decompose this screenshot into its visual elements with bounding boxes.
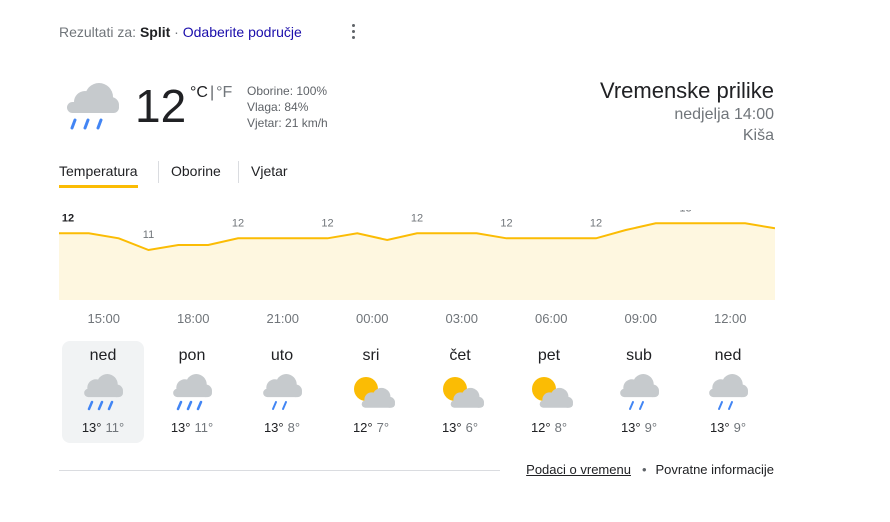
day-high-temp: 13°	[620, 420, 641, 435]
day-low-temp: 6°	[465, 420, 479, 435]
chart-data-label: 11	[143, 229, 154, 241]
day-temperatures: 13° 6°	[419, 420, 501, 435]
day-card-4[interactable]: čet 13° 6°	[419, 341, 501, 443]
day-card-2[interactable]: uto 13° 8°	[241, 341, 323, 443]
day-high-temp: 12°	[530, 420, 551, 435]
footer-dot: •	[641, 462, 647, 477]
feedback-link[interactable]: Povratne informacije	[656, 462, 775, 477]
day-temperatures: 13° 9°	[598, 420, 680, 435]
partly-cloudy-icon	[443, 377, 484, 408]
chart-data-label: 12	[232, 217, 244, 229]
precipitation-text: Oborine: 100%	[247, 84, 328, 98]
humidity-text: Vlaga: 84%	[247, 100, 309, 114]
rain-icon	[173, 374, 212, 411]
partly-cloudy-icon	[354, 377, 395, 408]
chart-data-label: 13	[679, 210, 691, 214]
day-low-temp: 7°	[376, 420, 390, 435]
hour-tick-label: 12:00	[713, 311, 747, 326]
day-card-5[interactable]: pet 12° 8°	[508, 341, 590, 443]
chart-data-label: 12	[500, 217, 512, 229]
day-name: sri	[362, 347, 380, 364]
tab-wind[interactable]: Vjetar	[251, 161, 288, 185]
unit-separator: |	[209, 84, 215, 101]
results-prefix: Rezultati za:	[59, 24, 137, 40]
hour-tick-label: 06:00	[534, 311, 568, 326]
tab-precipitation[interactable]: Oborine	[171, 161, 221, 185]
hour-tick-label: 00:00	[355, 311, 389, 326]
day-high-temp: 13°	[263, 420, 284, 435]
day-card-0[interactable]: ned 13° 11°	[62, 341, 144, 443]
light-rain-icon	[709, 374, 748, 410]
day-card-6[interactable]: sub 13° 9°	[598, 341, 680, 443]
weather-data-link[interactable]: Podaci o vremenu	[526, 462, 631, 477]
day-name: pon	[178, 347, 206, 364]
temperature-chart[interactable]: 12 11 12 12 12 12 12 13	[59, 210, 775, 302]
hour-tick-label: 09:00	[624, 311, 658, 326]
day-temperatures: 13° 8°	[241, 420, 323, 435]
tab-divider	[238, 161, 239, 183]
day-card-1[interactable]: pon 13° 11°	[151, 341, 233, 443]
unit-switcher: °C | °F	[190, 84, 232, 102]
weather-summary: Vremenske prilike nedjelja 14:00 Kiša	[600, 78, 774, 146]
tab-temperature[interactable]: Temperatura	[59, 161, 138, 188]
day-high-temp: 13°	[441, 420, 462, 435]
day-name: pet	[537, 347, 561, 364]
footer-divider	[59, 470, 500, 471]
day-low-temp: 11°	[105, 420, 125, 435]
footer: Podaci o vremenu • Povratne informacije	[526, 462, 774, 477]
chart-area	[59, 223, 775, 300]
weather-datetime: nedjelja 14:00	[674, 106, 774, 123]
day-low-temp: 8°	[554, 420, 568, 435]
light-rain-icon	[620, 374, 659, 410]
daily-forecast: ned 13° 11° pon 13° 11° uto 13° 8° sri 12° 7° čet 13°…	[59, 341, 775, 445]
location-name: Split	[139, 24, 171, 40]
day-temperatures: 13° 9°	[687, 420, 769, 435]
more-vert-icon[interactable]	[346, 21, 360, 41]
day-card-3[interactable]: sri 12° 7°	[330, 341, 412, 443]
wind-text: Vjetar: 21 km/h	[247, 116, 328, 130]
day-low-temp: 9°	[733, 420, 747, 435]
results-header: Rezultati za: Split · Odaberite područje	[59, 24, 302, 40]
current-details: Oborine: 100% Vlaga: 84% Vjetar: 21 km/h	[247, 83, 328, 131]
day-temperatures: 13° 11°	[151, 420, 233, 435]
weather-title: Vremenske prilike	[599, 78, 774, 103]
day-high-temp: 13°	[81, 420, 102, 435]
day-low-temp: 11°	[194, 420, 214, 435]
day-name: sub	[626, 347, 652, 364]
rain-icon	[84, 374, 123, 411]
tab-divider	[158, 161, 159, 183]
unit-fahrenheit[interactable]: °F	[216, 84, 232, 101]
chart-data-label: 12	[62, 212, 74, 224]
chart-data-label: 12	[590, 217, 602, 229]
results-separator: ·	[174, 24, 179, 40]
rain-icon	[67, 83, 119, 130]
day-low-temp: 9°	[644, 420, 658, 435]
day-high-temp: 13°	[709, 420, 730, 435]
current-temperature: 12	[135, 80, 187, 132]
day-low-temp: 8°	[287, 420, 301, 435]
day-temperatures: 13° 11°	[62, 420, 144, 435]
day-temperatures: 12° 7°	[330, 420, 412, 435]
day-temperatures: 12° 8°	[508, 420, 590, 435]
hour-tick-label: 15:00	[87, 311, 121, 326]
unit-celsius[interactable]: °C	[190, 84, 208, 101]
day-high-temp: 12°	[352, 420, 373, 435]
day-card-7[interactable]: ned 13° 9°	[687, 341, 769, 443]
light-rain-icon	[263, 374, 302, 410]
weather-condition: Kiša	[742, 127, 774, 144]
day-name: čet	[449, 347, 471, 364]
chart-data-label: 12	[411, 212, 423, 224]
day-name: ned	[89, 347, 117, 364]
day-name: ned	[714, 347, 742, 364]
hours-axis: 15:00 18:00 21:00 00:00 03:00 06:00 09:00 12:00	[59, 311, 775, 331]
partly-cloudy-icon	[532, 377, 573, 408]
hour-tick-label: 21:00	[266, 311, 300, 326]
hour-tick-label: 18:00	[176, 311, 210, 326]
choose-area-link[interactable]: Odaberite područje	[183, 24, 302, 40]
chart-data-label: 12	[321, 217, 333, 229]
hour-tick-label: 03:00	[445, 311, 479, 326]
day-high-temp: 13°	[170, 420, 191, 435]
day-name: uto	[270, 347, 294, 364]
